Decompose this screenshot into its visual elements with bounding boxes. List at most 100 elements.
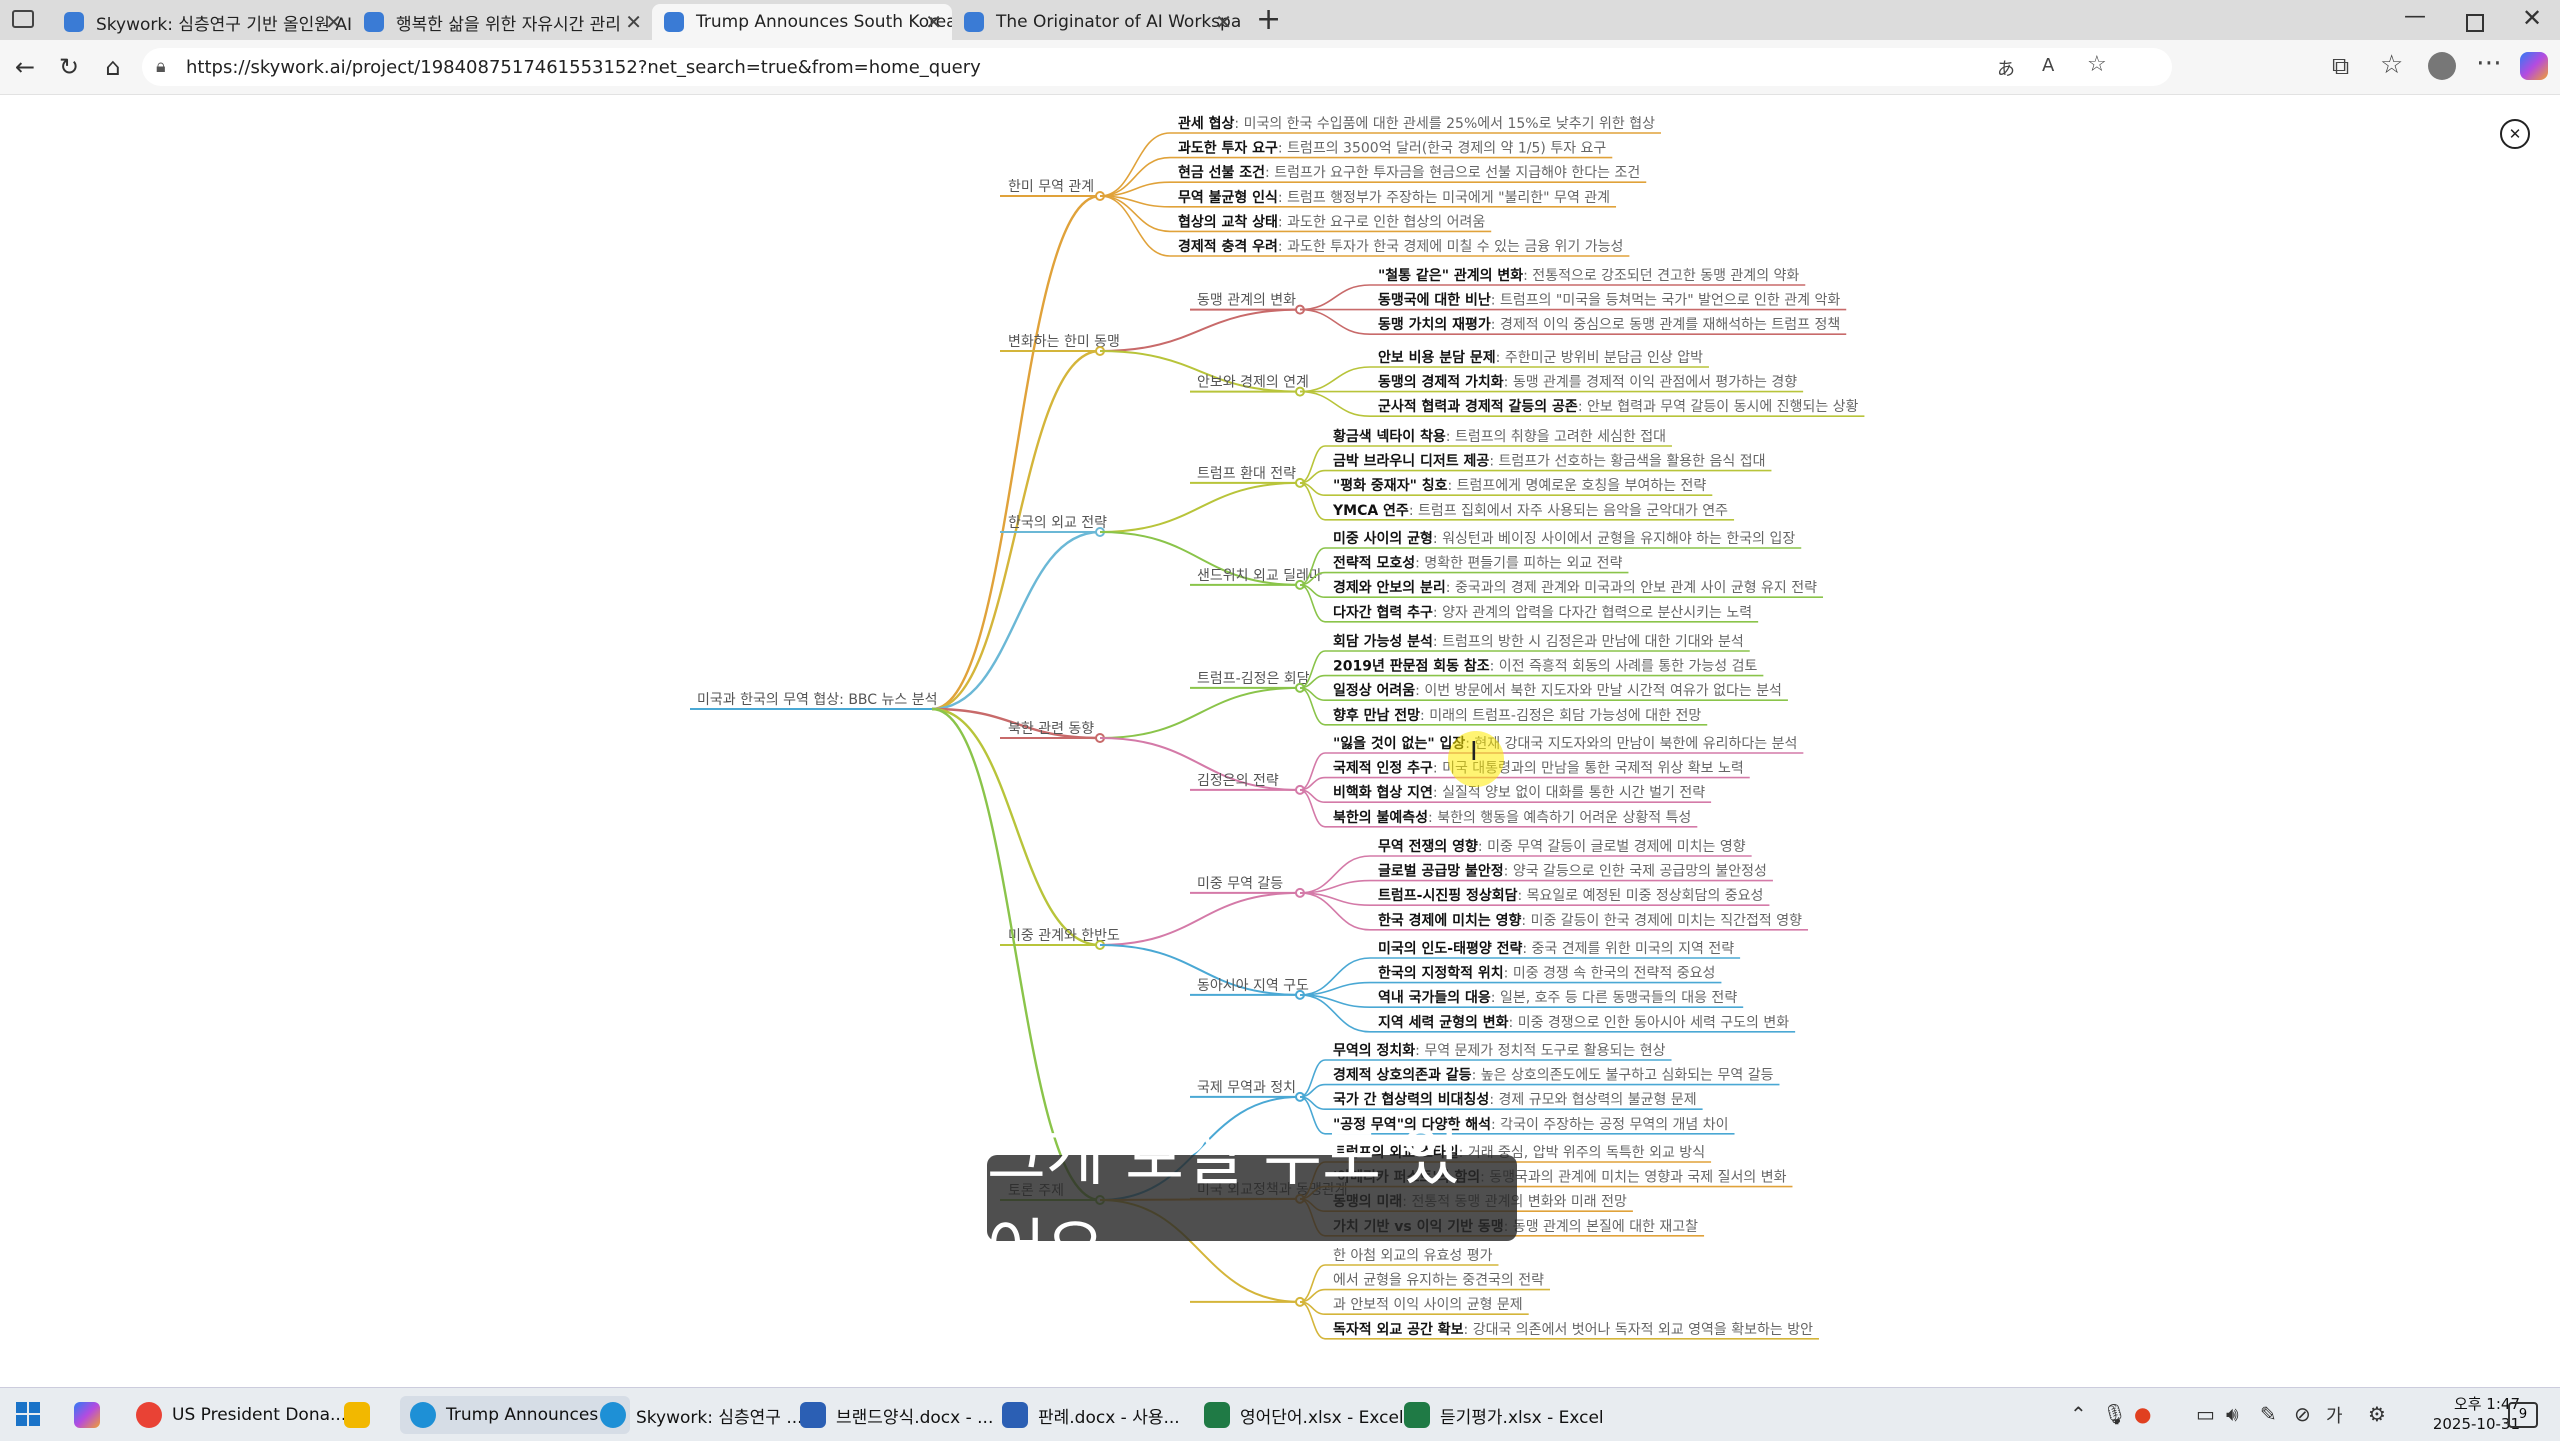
- subtopic[interactable]: 미중 무역 갈등: [1197, 876, 1283, 892]
- leaf-item[interactable]: 금박 브라우니 디저트 제공: 트럼프가 선호하는 황금색을 활용한 음식 접대: [1333, 453, 1765, 470]
- leaf-item[interactable]: 동맹의 경제적 가치화: 동맹 관계를 경제적 이익 관점에서 평가하는 경향: [1378, 374, 1797, 391]
- tab-actions-icon[interactable]: [12, 10, 34, 28]
- favorites-icon[interactable]: ☆: [2380, 50, 2403, 80]
- taskbar-excel-words[interactable]: 영어단어.xlsx - Excel: [1204, 1396, 1404, 1434]
- leaf-item[interactable]: 경제적 충격 우려: 과도한 투자가 한국 경제에 미칠 수 있는 금융 위기 …: [1178, 238, 1623, 255]
- new-tab-icon[interactable]: +: [1256, 2, 1281, 37]
- tray-overflow-icon[interactable]: ⌃: [2070, 1402, 2087, 1426]
- subtopic[interactable]: 트럼프-김정은 회담: [1197, 671, 1310, 687]
- leaf-item[interactable]: 다자간 협력 추구: 양자 관계의 압력을 다자간 협력으로 분산시키는 노력: [1333, 604, 1752, 621]
- taskbar-edge-trump[interactable]: Trump Announces ...: [400, 1396, 630, 1434]
- leaf-item[interactable]: 과 안보적 이익 사이의 균형 문제: [1333, 1297, 1523, 1313]
- close-tab-icon[interactable]: ✕: [625, 10, 642, 34]
- network-icon[interactable]: ▭: [2196, 1402, 2215, 1426]
- tab-free-time[interactable]: 행복한 삶을 위한 자유시간 관리 ✕: [352, 4, 652, 40]
- more-menu-icon[interactable]: ⋯: [2476, 48, 2502, 78]
- extensions-icon[interactable]: ⧉: [2332, 52, 2349, 80]
- leaf-item[interactable]: 역내 국가들의 대응: 일본, 호주 등 다른 동맹국들의 대응 전략: [1378, 989, 1737, 1006]
- favorite-star-icon[interactable]: ☆: [2087, 52, 2107, 77]
- blocked-icon[interactable]: ⊘: [2294, 1402, 2311, 1426]
- leaf-item[interactable]: 안보 비용 분담 문제: 주한미군 방위비 분담금 인상 압박: [1378, 349, 1703, 366]
- refresh-icon[interactable]: ↻: [52, 50, 86, 84]
- close-tab-icon[interactable]: ✕: [925, 10, 942, 34]
- leaf-item[interactable]: 동맹국에 대한 비난: 트럼프의 "미국을 등쳐먹는 국가" 발언으로 인한 관…: [1378, 292, 1840, 309]
- leaf-item[interactable]: 무역 전쟁의 영향: 미중 무역 갈등이 글로벌 경제에 미치는 영향: [1378, 838, 1746, 855]
- close-tab-icon[interactable]: ✕: [325, 10, 342, 34]
- leaf-item[interactable]: 독자적 외교 공간 확보: 강대국 의존에서 벗어나 독자적 외교 영역을 확보…: [1333, 1321, 1813, 1338]
- close-button[interactable]: ✕: [2500, 119, 2530, 149]
- tab-skywork[interactable]: Skywork: 심층연구 기반 올인원 AI ✕: [52, 4, 352, 40]
- profile-avatar[interactable]: [2428, 52, 2456, 80]
- taskbar-copilot[interactable]: [74, 1396, 110, 1434]
- minimize-icon[interactable]: —: [2404, 4, 2426, 29]
- tab-trump-korea[interactable]: Trump Announces South Korea Tr ✕: [652, 4, 952, 40]
- subtopic[interactable]: 동맹 관계의 변화: [1197, 293, 1296, 309]
- branch-topic[interactable]: 북한 관련 동향: [1008, 721, 1094, 737]
- taskbar-word-cases[interactable]: 판례.docx - 사용...: [1002, 1396, 1180, 1434]
- microphone-icon[interactable]: 🎙︎: [2102, 1402, 2127, 1426]
- ime-icon[interactable]: 가: [2326, 1402, 2343, 1428]
- leaf-item[interactable]: 비핵화 협상 지연: 실질적 양보 없이 대화를 통한 시간 벌기 전략: [1333, 785, 1705, 801]
- close-tab-icon[interactable]: ✕: [1215, 10, 1232, 34]
- leaf-item[interactable]: 경제와 안보의 분리: 중국과의 경제 관계와 미국과의 안보 관계 사이 균형…: [1333, 579, 1817, 596]
- branch-topic[interactable]: 한국의 외교 전략: [1008, 515, 1107, 531]
- leaf-item[interactable]: YMCA 연주: 트럼프 집회에서 자주 사용되는 음악을 군악대가 연주: [1332, 503, 1728, 519]
- leaf-item[interactable]: 동맹 가치의 재평가: 경제적 이익 중심으로 동맹 관계를 재해석하는 트럼프…: [1378, 316, 1840, 333]
- record-icon[interactable]: ●: [2134, 1402, 2151, 1426]
- subtopic[interactable]: 트럼프 환대 전략: [1197, 466, 1296, 482]
- home-icon[interactable]: ⌂: [96, 50, 130, 84]
- tab-ai-workspace[interactable]: The Originator of AI Workspace: A ✕: [952, 4, 1242, 40]
- leaf-item[interactable]: 2019년 판문점 회동 참조: 이전 즉흥적 회동의 사례를 통한 가능성 검…: [1333, 658, 1757, 675]
- leaf-item[interactable]: 전략적 모호성: 명확한 편들기를 피하는 외교 전략: [1333, 555, 1623, 572]
- leaf-item[interactable]: 경제적 상호의존과 갈등: 높은 상호의존도에도 불구하고 심화되는 무역 갈등: [1333, 1067, 1774, 1084]
- settings-gear-icon[interactable]: ⚙︎: [2368, 1402, 2386, 1426]
- leaf-item[interactable]: "철통 같은" 관계의 변화: 전통적으로 강조되던 견고한 동맹 관계의 약화: [1378, 267, 1799, 284]
- address-bar[interactable]: 🔒︎ https://skywork.ai/project/1984087517…: [142, 48, 2172, 86]
- subtopic[interactable]: 안보와 경제의 연계: [1197, 375, 1309, 391]
- root-topic[interactable]: 미국과 한국의 무역 협상: BBC 뉴스 분석: [697, 692, 937, 708]
- leaf-item[interactable]: 한국 경제에 미치는 영향: 미중 갈등이 한국 경제에 미치는 직간접적 영향: [1378, 912, 1802, 929]
- notification-center[interactable]: 9: [2508, 1402, 2538, 1428]
- taskbar-word-brand[interactable]: 브랜드양식.docx - ...: [800, 1396, 993, 1434]
- leaf-item[interactable]: 미국의 인도-태평양 전략: 중국 견제를 위한 미국의 지역 전략: [1378, 940, 1734, 957]
- leaf-item[interactable]: 글로벌 공급망 불안정: 양국 갈등으로 인한 국제 공급망의 불안정성: [1378, 863, 1767, 880]
- leaf-item[interactable]: 미중 사이의 균형: 워싱턴과 베이징 사이에서 균형을 유지해야 하는 한국의…: [1333, 530, 1795, 547]
- leaf-item[interactable]: 국제적 인정 추구: 미국 대통령과의 만남을 통한 국제적 위상 확보 노력: [1333, 760, 1744, 777]
- leaf-item[interactable]: 한국의 지정학적 위치: 미중 경쟁 속 한국의 전략적 중요성: [1378, 965, 1715, 982]
- copilot-icon[interactable]: [2520, 52, 2548, 80]
- translate-icon[interactable]: あ: [1997, 55, 2015, 81]
- leaf-item[interactable]: "잃을 것이 없는" 입장: 현재 강대국 지도자와의 만남이 북한에 유리하다…: [1333, 735, 1797, 752]
- clock[interactable]: 오후 1:47 2025-10-31: [2400, 1394, 2520, 1434]
- site-info-icon[interactable]: 🔒︎: [156, 56, 166, 77]
- leaf-item[interactable]: 트럼프-시진핑 정상회담: 목요일로 예정된 미중 정상회담의 중요성: [1378, 887, 1763, 904]
- leaf-item[interactable]: 향후 만남 전망: 미래의 트럼프-김정은 회담 가능성에 대한 전망: [1333, 707, 1701, 724]
- leaf-item[interactable]: 과도한 투자 요구: 트럼프의 3500억 달러(한국 경제의 약 1/5) 투…: [1178, 141, 1606, 157]
- taskbar-chrome[interactable]: US President Dona...: [136, 1396, 346, 1434]
- taskbar-excel-listening[interactable]: 듣기평가.xlsx - Excel: [1404, 1396, 1604, 1434]
- leaf-item[interactable]: 협상의 교착 상태: 과도한 요구로 인한 협상의 어려움: [1178, 213, 1485, 230]
- leaf-item[interactable]: 일정상 어려움: 이번 방문에서 북한 지도자와 만날 시간적 여유가 없다는 …: [1333, 682, 1782, 699]
- leaf-item[interactable]: 북한의 불예측성: 북한의 행동을 예측하기 어려운 상황적 특성: [1333, 809, 1691, 826]
- restore-icon[interactable]: [2466, 14, 2484, 32]
- taskbar-edge-skywork[interactable]: Skywork: 심층연구 ...: [600, 1396, 803, 1434]
- leaf-item[interactable]: 현금 선불 조건: 트럼프가 요구한 투자금을 현금으로 선불 지급해야 한다는…: [1178, 164, 1640, 181]
- back-icon[interactable]: ←: [8, 50, 42, 84]
- leaf-item[interactable]: 지역 세력 균형의 변화: 미중 경쟁으로 인한 동아시아 세력 구도의 변화: [1378, 1014, 1789, 1031]
- subtopic[interactable]: 김정은의 전략: [1197, 773, 1279, 789]
- leaf-item[interactable]: "평화 중재자" 칭호: 트럼프에게 명예로운 호칭을 부여하는 전략: [1333, 477, 1706, 494]
- leaf-item[interactable]: 관세 협상: 미국의 한국 수입품에 대한 관세를 25%에서 15%로 낮추기…: [1178, 115, 1655, 132]
- taskbar-file-explorer[interactable]: [344, 1396, 380, 1434]
- read-aloud-icon[interactable]: A: [2042, 55, 2054, 76]
- leaf-item[interactable]: 군사적 협력과 경제적 갈등의 공존: 안보 협력과 무역 갈등이 동시에 진행…: [1378, 398, 1859, 415]
- leaf-item[interactable]: 무역 불균형 인식: 트럼프 행정부가 주장하는 미국에게 "불리한" 무역 관…: [1178, 189, 1610, 206]
- url-text[interactable]: https://skywork.ai/project/1984087517461…: [186, 57, 981, 78]
- volume-icon[interactable]: 🔊︎: [2226, 1402, 2239, 1426]
- close-window-icon[interactable]: ✕: [2522, 4, 2542, 32]
- leaf-item[interactable]: 회담 가능성 분석: 트럼프의 방한 시 김정은과 만남에 대한 기대와 분석: [1333, 633, 1744, 650]
- subtopic[interactable]: 동아시아 지역 구도: [1197, 978, 1309, 994]
- leaf-item[interactable]: 황금색 넥타이 착용: 트럼프의 취향을 고려한 세심한 접대: [1333, 428, 1666, 445]
- subtopic[interactable]: 국제 무역과 정치: [1197, 1080, 1296, 1096]
- pen-icon[interactable]: ✎: [2260, 1402, 2277, 1426]
- branch-topic[interactable]: 한미 무역 관계: [1008, 179, 1094, 195]
- start-button[interactable]: [16, 1402, 40, 1426]
